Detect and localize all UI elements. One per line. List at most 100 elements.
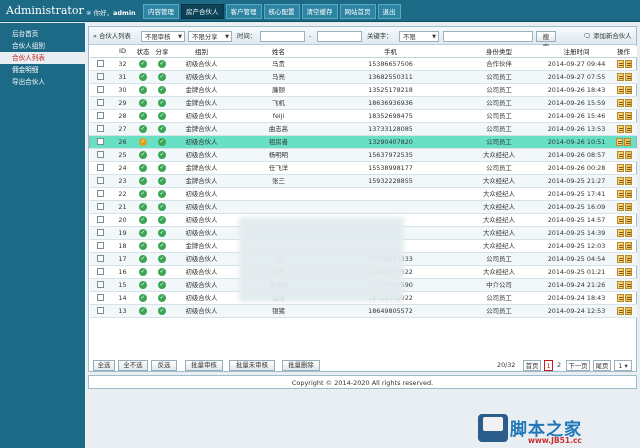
table-row[interactable]: 13 ✓ ✓ 初级合伙人 银猪 18649805572 公司员工 2014-09-24 12:… [89, 304, 637, 318]
page-select[interactable]: 1 ▾ [614, 360, 632, 371]
status-check-icon[interactable]: ✓ [139, 267, 147, 276]
edit-icon[interactable] [616, 280, 624, 289]
share-check-icon[interactable]: ✓ [158, 202, 166, 211]
delete-icon[interactable] [624, 59, 632, 68]
last-page-button[interactable]: 尾页 [593, 360, 611, 371]
sidebar-item-commission[interactable]: 佣金明细 [0, 64, 85, 76]
table-row[interactable]: 32 ✓ ✓ 初级合伙人 马贵 15386657506 合作伙伴 2014-09-27 09:… [89, 57, 637, 71]
share-check-icon[interactable]: ✓ [158, 176, 166, 185]
share-check-icon[interactable]: ✓ [158, 215, 166, 224]
edit-icon[interactable] [616, 189, 624, 198]
delete-icon[interactable] [624, 111, 632, 120]
row-checkbox[interactable] [97, 229, 104, 236]
status-check-icon[interactable]: ✓ [139, 163, 147, 172]
share-check-icon[interactable]: ✓ [158, 189, 166, 198]
edit-icon[interactable] [616, 306, 624, 315]
delete-icon[interactable] [624, 150, 632, 159]
table-row[interactable]: 24 ✓ ✓ 金牌合伙人 任飞洋 15538998177 公司员工 2014-09-26 00… [89, 161, 637, 175]
next-page-button[interactable]: 下一页 [566, 360, 590, 371]
delete-icon[interactable] [624, 124, 632, 133]
status-check-icon[interactable]: ✓ [139, 254, 147, 263]
row-checkbox[interactable] [97, 242, 104, 249]
time-start-input[interactable] [260, 31, 305, 42]
row-checkbox[interactable] [97, 99, 104, 106]
delete-icon[interactable] [624, 137, 632, 146]
status-check-icon[interactable]: ✓ [139, 85, 147, 94]
table-row[interactable]: 29 ✓ ✓ 金牌合伙人 飞机 18636936936 公司员工 2014-09-26 15:… [89, 96, 637, 110]
tab-config[interactable]: 核心配置 [263, 4, 300, 19]
sidebar-item-home[interactable]: 后台首页 [0, 28, 85, 40]
table-row[interactable]: 22 ✓ ✓ 初级合伙人 大众经纪人 2014-09-25 17:41 [89, 187, 637, 201]
delete-icon[interactable] [624, 189, 632, 198]
share-check-icon[interactable]: ✓ [158, 59, 166, 68]
tab-site-home[interactable]: 网站首页 [339, 4, 376, 19]
status-check-icon[interactable]: ✓ [139, 124, 147, 133]
edit-icon[interactable] [616, 59, 624, 68]
row-checkbox[interactable] [97, 138, 105, 145]
table-row[interactable]: 27 ✓ ✓ 金牌合伙人 曲志高 13733128085 公司员工 2014-09-26 13… [89, 122, 637, 136]
status-check-icon[interactable]: ✓ [139, 98, 147, 107]
edit-icon[interactable] [616, 111, 624, 120]
keyword-scope-select[interactable]: 不限 ▼ [399, 31, 439, 42]
sidebar-item-export[interactable]: 导出合伙人 [0, 76, 85, 88]
review-select[interactable]: 不限审核 ▼ [141, 31, 185, 42]
status-check-icon[interactable]: ✓ [139, 280, 147, 289]
edit-icon[interactable] [616, 202, 624, 211]
row-checkbox[interactable] [97, 112, 104, 119]
edit-icon[interactable] [616, 150, 624, 159]
edit-icon[interactable] [616, 215, 624, 224]
edit-icon[interactable] [616, 163, 624, 172]
delete-icon[interactable] [624, 267, 632, 276]
tab-customers[interactable]: 客户管理 [225, 4, 262, 19]
tab-partners[interactable]: 房产合伙人 [181, 4, 224, 19]
share-check-icon[interactable]: ✓ [158, 72, 166, 81]
select-all-button[interactable]: 全选 [93, 360, 115, 371]
edit-icon[interactable] [616, 254, 624, 263]
delete-icon[interactable] [624, 202, 632, 211]
row-checkbox[interactable] [97, 73, 104, 80]
row-checkbox[interactable] [97, 255, 104, 262]
edit-icon[interactable] [616, 176, 624, 185]
share-check-icon[interactable]: ✓ [158, 163, 166, 172]
batch-delete-button[interactable]: 批量删除 [282, 360, 320, 371]
page-2-link[interactable]: 2 [557, 360, 561, 371]
row-checkbox[interactable] [97, 190, 104, 197]
share-check-icon[interactable]: ✓ [158, 98, 166, 107]
batch-approve-button[interactable]: 批量审核 [185, 360, 223, 371]
edit-icon[interactable] [616, 85, 624, 94]
table-row[interactable]: 21 ✓ ✓ 初级合伙人 大众经纪人 2014-09-25 16:09 [89, 200, 637, 214]
delete-icon[interactable] [624, 280, 632, 289]
delete-icon[interactable] [624, 98, 632, 107]
share-check-icon[interactable]: ✓ [158, 267, 166, 276]
edit-icon[interactable] [616, 267, 624, 276]
share-check-icon[interactable]: ✓ [158, 124, 166, 133]
row-checkbox[interactable] [97, 164, 104, 171]
share-check-icon[interactable]: ✓ [158, 241, 166, 250]
row-checkbox[interactable] [97, 307, 104, 314]
delete-icon[interactable] [624, 254, 632, 263]
table-row[interactable]: 25 ✓ ✓ 初级合伙人 杨明明 15637972535 大众经纪人 2014-09-26 0… [89, 148, 637, 162]
row-checkbox[interactable] [97, 216, 104, 223]
table-row[interactable]: 28 ✓ ✓ 初级合伙人 feiji 18352698475 公司员工 2014-09-26 … [89, 109, 637, 123]
table-row[interactable]: 23 ✓ ✓ 金牌合伙人 张三 15932228855 大众经纪人 2014-09-25 21… [89, 174, 637, 188]
status-check-icon[interactable]: ✓ [139, 59, 147, 68]
row-checkbox[interactable] [97, 151, 104, 158]
status-check-icon[interactable]: ✓ [139, 189, 147, 198]
status-check-icon[interactable]: ✓ [139, 202, 147, 211]
invert-selection-button[interactable]: 反选 [151, 360, 177, 371]
row-checkbox[interactable] [97, 177, 104, 184]
edit-icon[interactable] [616, 124, 624, 133]
batch-unapprove-button[interactable]: 批量未审核 [229, 360, 275, 371]
status-check-icon[interactable]: ✓ [139, 176, 147, 185]
row-checkbox[interactable] [97, 281, 104, 288]
row-checkbox[interactable] [97, 125, 104, 132]
table-row[interactable]: 30 ✓ ✓ 金牌合伙人 廉颐 13525178218 公司员工 2014-09-26 18:… [89, 83, 637, 97]
first-page-button[interactable]: 首页 [523, 360, 541, 371]
share-check-icon[interactable]: ✓ [158, 85, 166, 94]
edit-icon[interactable] [616, 293, 624, 302]
keyword-input[interactable] [443, 31, 533, 42]
status-check-icon[interactable]: ✓ [139, 293, 147, 302]
row-checkbox[interactable] [97, 203, 104, 210]
delete-icon[interactable] [624, 215, 632, 224]
share-check-icon[interactable]: ✓ [158, 306, 166, 315]
